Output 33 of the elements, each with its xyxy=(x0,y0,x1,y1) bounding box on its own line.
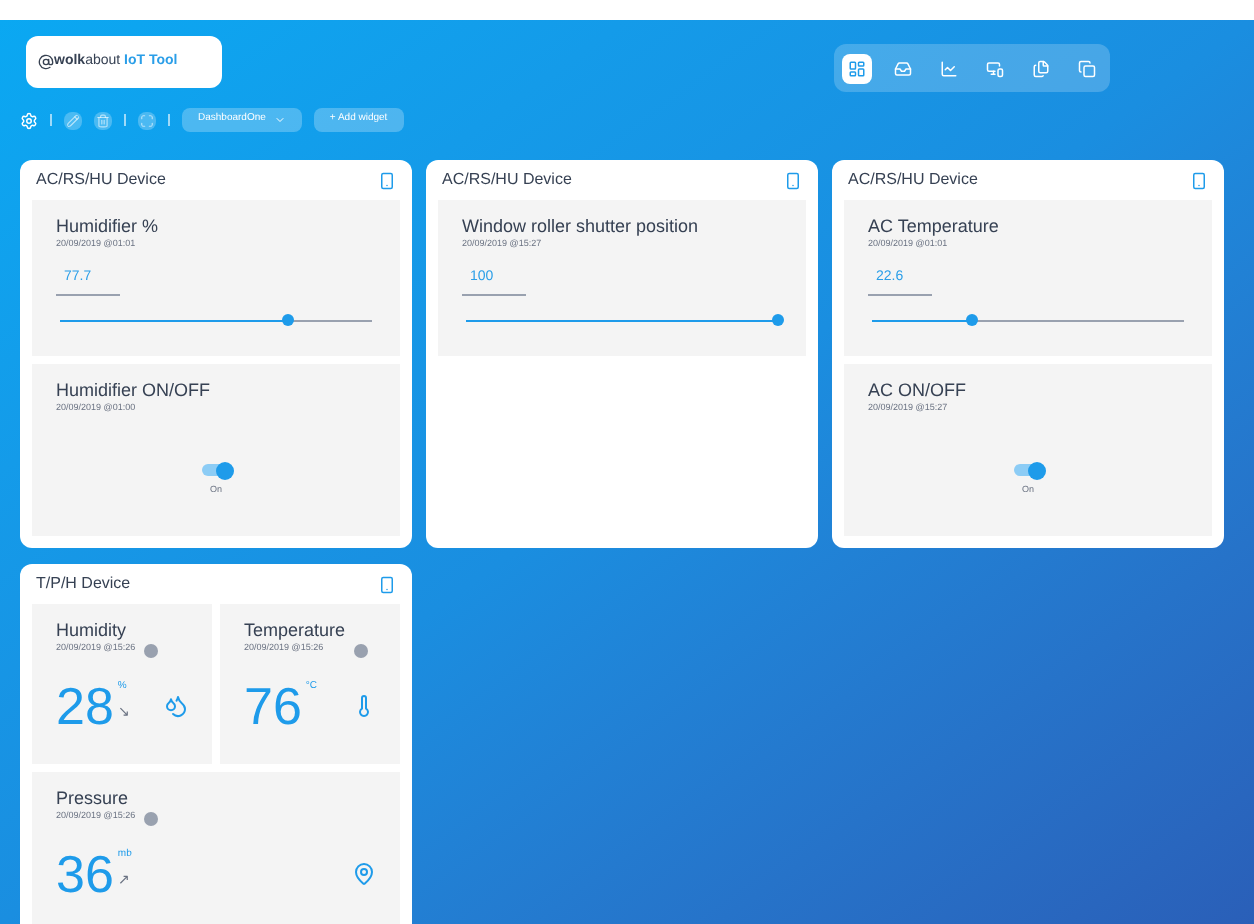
dashboard-icon[interactable] xyxy=(842,53,872,83)
widget-title: Humidity xyxy=(56,620,129,643)
device-title: T/P/H Device xyxy=(36,572,131,596)
settings-icon[interactable] xyxy=(20,111,38,129)
reading-value: 36 xyxy=(56,848,114,900)
pencil-icon[interactable] xyxy=(64,111,82,129)
reading-value: 76 xyxy=(244,680,302,732)
widget-title: Temperature xyxy=(244,620,346,643)
phone-icon[interactable] xyxy=(378,575,396,593)
droplets-icon xyxy=(164,694,188,718)
phone-icon[interactable] xyxy=(1190,171,1208,189)
phone-icon[interactable] xyxy=(378,171,396,189)
slider-thumb[interactable] xyxy=(772,314,784,326)
expand-icon[interactable] xyxy=(138,111,156,129)
map-pin-icon xyxy=(352,862,376,886)
slider-thumb[interactable] xyxy=(281,314,294,326)
widget-title: Pressure xyxy=(56,788,131,811)
widget-title: Humidifier ON/OFF xyxy=(56,380,213,403)
phone-icon[interactable] xyxy=(784,171,802,189)
device-title: AC/RS/HU Device xyxy=(848,168,978,192)
reading-value: 28 xyxy=(56,680,114,732)
widget-title: AC ON/OFF xyxy=(868,380,968,403)
slider-thumb[interactable] xyxy=(965,314,978,326)
widget-title: Humidifier % xyxy=(56,216,161,239)
caret-icon xyxy=(273,114,286,126)
trash-icon[interactable] xyxy=(94,111,112,129)
toggle-switch[interactable] xyxy=(202,464,230,476)
device-title: AC/RS/HU Device xyxy=(36,168,166,192)
widget-title: AC Temperature xyxy=(868,216,1001,239)
device-title: AC/RS/HU Device xyxy=(442,168,572,192)
toggle-switch[interactable] xyxy=(1014,464,1042,476)
at-sign-icon xyxy=(38,54,54,70)
widget-title: Window roller shutter position xyxy=(462,216,701,239)
